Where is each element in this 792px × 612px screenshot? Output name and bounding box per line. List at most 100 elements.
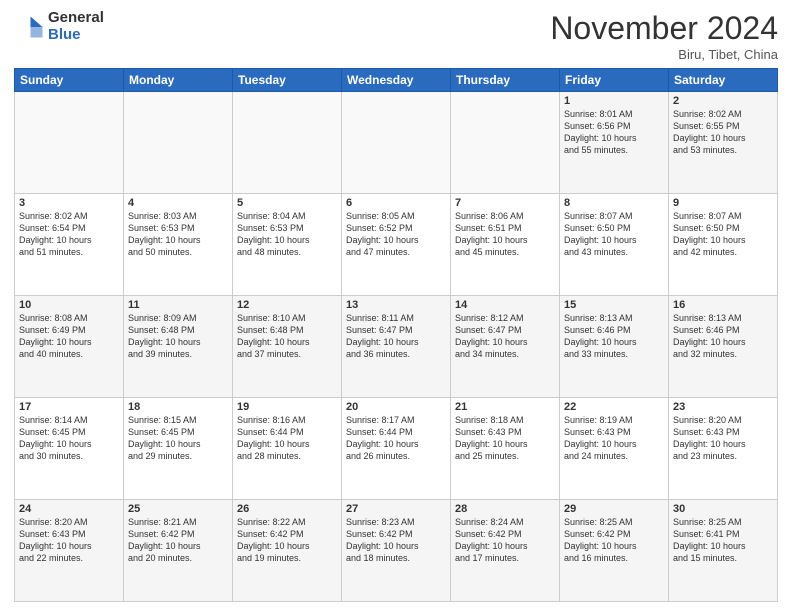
calendar-cell: 21Sunrise: 8:18 AM Sunset: 6:43 PM Dayli… <box>451 398 560 500</box>
day-number: 5 <box>237 197 337 209</box>
day-number: 21 <box>455 401 555 413</box>
day-info: Sunrise: 8:13 AM Sunset: 6:46 PM Dayligh… <box>564 312 664 361</box>
day-number: 26 <box>237 503 337 515</box>
calendar-cell: 28Sunrise: 8:24 AM Sunset: 6:42 PM Dayli… <box>451 500 560 602</box>
calendar-table: SundayMondayTuesdayWednesdayThursdayFrid… <box>14 68 778 602</box>
day-info: Sunrise: 8:19 AM Sunset: 6:43 PM Dayligh… <box>564 414 664 463</box>
day-number: 15 <box>564 299 664 311</box>
calendar-cell: 26Sunrise: 8:22 AM Sunset: 6:42 PM Dayli… <box>233 500 342 602</box>
calendar-cell: 27Sunrise: 8:23 AM Sunset: 6:42 PM Dayli… <box>342 500 451 602</box>
day-info: Sunrise: 8:23 AM Sunset: 6:42 PM Dayligh… <box>346 516 446 565</box>
day-number: 18 <box>128 401 228 413</box>
calendar-cell: 13Sunrise: 8:11 AM Sunset: 6:47 PM Dayli… <box>342 296 451 398</box>
day-info: Sunrise: 8:18 AM Sunset: 6:43 PM Dayligh… <box>455 414 555 463</box>
week-row-5: 24Sunrise: 8:20 AM Sunset: 6:43 PM Dayli… <box>15 500 778 602</box>
day-info: Sunrise: 8:12 AM Sunset: 6:47 PM Dayligh… <box>455 312 555 361</box>
day-number: 6 <box>346 197 446 209</box>
day-info: Sunrise: 8:02 AM Sunset: 6:54 PM Dayligh… <box>19 210 119 259</box>
day-info: Sunrise: 8:06 AM Sunset: 6:51 PM Dayligh… <box>455 210 555 259</box>
day-number: 3 <box>19 197 119 209</box>
day-number: 28 <box>455 503 555 515</box>
day-number: 12 <box>237 299 337 311</box>
day-info: Sunrise: 8:24 AM Sunset: 6:42 PM Dayligh… <box>455 516 555 565</box>
week-row-4: 17Sunrise: 8:14 AM Sunset: 6:45 PM Dayli… <box>15 398 778 500</box>
day-info: Sunrise: 8:16 AM Sunset: 6:44 PM Dayligh… <box>237 414 337 463</box>
calendar-cell: 24Sunrise: 8:20 AM Sunset: 6:43 PM Dayli… <box>15 500 124 602</box>
day-info: Sunrise: 8:21 AM Sunset: 6:42 PM Dayligh… <box>128 516 228 565</box>
calendar-cell: 17Sunrise: 8:14 AM Sunset: 6:45 PM Dayli… <box>15 398 124 500</box>
week-row-2: 3Sunrise: 8:02 AM Sunset: 6:54 PM Daylig… <box>15 194 778 296</box>
day-number: 10 <box>19 299 119 311</box>
calendar-cell: 11Sunrise: 8:09 AM Sunset: 6:48 PM Dayli… <box>124 296 233 398</box>
title-block: November 2024 Biru, Tibet, China <box>550 10 778 62</box>
calendar-cell: 10Sunrise: 8:08 AM Sunset: 6:49 PM Dayli… <box>15 296 124 398</box>
day-info: Sunrise: 8:11 AM Sunset: 6:47 PM Dayligh… <box>346 312 446 361</box>
day-number: 4 <box>128 197 228 209</box>
day-info: Sunrise: 8:20 AM Sunset: 6:43 PM Dayligh… <box>19 516 119 565</box>
day-header-friday: Friday <box>560 69 669 92</box>
day-info: Sunrise: 8:07 AM Sunset: 6:50 PM Dayligh… <box>673 210 773 259</box>
calendar-cell: 12Sunrise: 8:10 AM Sunset: 6:48 PM Dayli… <box>233 296 342 398</box>
day-info: Sunrise: 8:20 AM Sunset: 6:43 PM Dayligh… <box>673 414 773 463</box>
calendar-cell: 5Sunrise: 8:04 AM Sunset: 6:53 PM Daylig… <box>233 194 342 296</box>
day-number: 29 <box>564 503 664 515</box>
day-header-monday: Monday <box>124 69 233 92</box>
day-number: 20 <box>346 401 446 413</box>
day-number: 7 <box>455 197 555 209</box>
logo-blue-text: Blue <box>48 27 104 44</box>
day-info: Sunrise: 8:17 AM Sunset: 6:44 PM Dayligh… <box>346 414 446 463</box>
day-number: 22 <box>564 401 664 413</box>
day-info: Sunrise: 8:01 AM Sunset: 6:56 PM Dayligh… <box>564 108 664 157</box>
calendar-cell: 2Sunrise: 8:02 AM Sunset: 6:55 PM Daylig… <box>669 92 778 194</box>
day-header-saturday: Saturday <box>669 69 778 92</box>
day-info: Sunrise: 8:02 AM Sunset: 6:55 PM Dayligh… <box>673 108 773 157</box>
calendar-cell <box>233 92 342 194</box>
calendar-cell: 1Sunrise: 8:01 AM Sunset: 6:56 PM Daylig… <box>560 92 669 194</box>
calendar-cell: 19Sunrise: 8:16 AM Sunset: 6:44 PM Dayli… <box>233 398 342 500</box>
day-header-sunday: Sunday <box>15 69 124 92</box>
calendar-cell: 8Sunrise: 8:07 AM Sunset: 6:50 PM Daylig… <box>560 194 669 296</box>
day-info: Sunrise: 8:25 AM Sunset: 6:42 PM Dayligh… <box>564 516 664 565</box>
calendar-cell: 18Sunrise: 8:15 AM Sunset: 6:45 PM Dayli… <box>124 398 233 500</box>
day-number: 24 <box>19 503 119 515</box>
calendar-cell: 22Sunrise: 8:19 AM Sunset: 6:43 PM Dayli… <box>560 398 669 500</box>
calendar-cell: 3Sunrise: 8:02 AM Sunset: 6:54 PM Daylig… <box>15 194 124 296</box>
day-number: 19 <box>237 401 337 413</box>
calendar-cell: 9Sunrise: 8:07 AM Sunset: 6:50 PM Daylig… <box>669 194 778 296</box>
calendar-header-row: SundayMondayTuesdayWednesdayThursdayFrid… <box>15 69 778 92</box>
location: Biru, Tibet, China <box>550 47 778 62</box>
calendar-cell: 20Sunrise: 8:17 AM Sunset: 6:44 PM Dayli… <box>342 398 451 500</box>
day-info: Sunrise: 8:04 AM Sunset: 6:53 PM Dayligh… <box>237 210 337 259</box>
day-header-wednesday: Wednesday <box>342 69 451 92</box>
calendar-cell: 23Sunrise: 8:20 AM Sunset: 6:43 PM Dayli… <box>669 398 778 500</box>
day-number: 25 <box>128 503 228 515</box>
day-info: Sunrise: 8:15 AM Sunset: 6:45 PM Dayligh… <box>128 414 228 463</box>
day-number: 14 <box>455 299 555 311</box>
calendar-cell: 14Sunrise: 8:12 AM Sunset: 6:47 PM Dayli… <box>451 296 560 398</box>
logo-text: General Blue <box>48 10 104 43</box>
logo-general-text: General <box>48 10 104 27</box>
month-title: November 2024 <box>550 10 778 47</box>
calendar-cell: 4Sunrise: 8:03 AM Sunset: 6:53 PM Daylig… <box>124 194 233 296</box>
day-number: 27 <box>346 503 446 515</box>
day-info: Sunrise: 8:09 AM Sunset: 6:48 PM Dayligh… <box>128 312 228 361</box>
calendar-cell <box>124 92 233 194</box>
week-row-3: 10Sunrise: 8:08 AM Sunset: 6:49 PM Dayli… <box>15 296 778 398</box>
day-info: Sunrise: 8:14 AM Sunset: 6:45 PM Dayligh… <box>19 414 119 463</box>
day-number: 13 <box>346 299 446 311</box>
day-number: 9 <box>673 197 773 209</box>
calendar-cell: 6Sunrise: 8:05 AM Sunset: 6:52 PM Daylig… <box>342 194 451 296</box>
day-number: 17 <box>19 401 119 413</box>
calendar-cell <box>342 92 451 194</box>
day-number: 16 <box>673 299 773 311</box>
logo-icon <box>14 12 44 42</box>
header: General Blue November 2024 Biru, Tibet, … <box>14 10 778 62</box>
day-number: 23 <box>673 401 773 413</box>
day-info: Sunrise: 8:22 AM Sunset: 6:42 PM Dayligh… <box>237 516 337 565</box>
calendar-cell <box>451 92 560 194</box>
calendar-cell: 16Sunrise: 8:13 AM Sunset: 6:46 PM Dayli… <box>669 296 778 398</box>
day-header-tuesday: Tuesday <box>233 69 342 92</box>
day-number: 1 <box>564 95 664 107</box>
calendar-cell: 30Sunrise: 8:25 AM Sunset: 6:41 PM Dayli… <box>669 500 778 602</box>
day-info: Sunrise: 8:05 AM Sunset: 6:52 PM Dayligh… <box>346 210 446 259</box>
